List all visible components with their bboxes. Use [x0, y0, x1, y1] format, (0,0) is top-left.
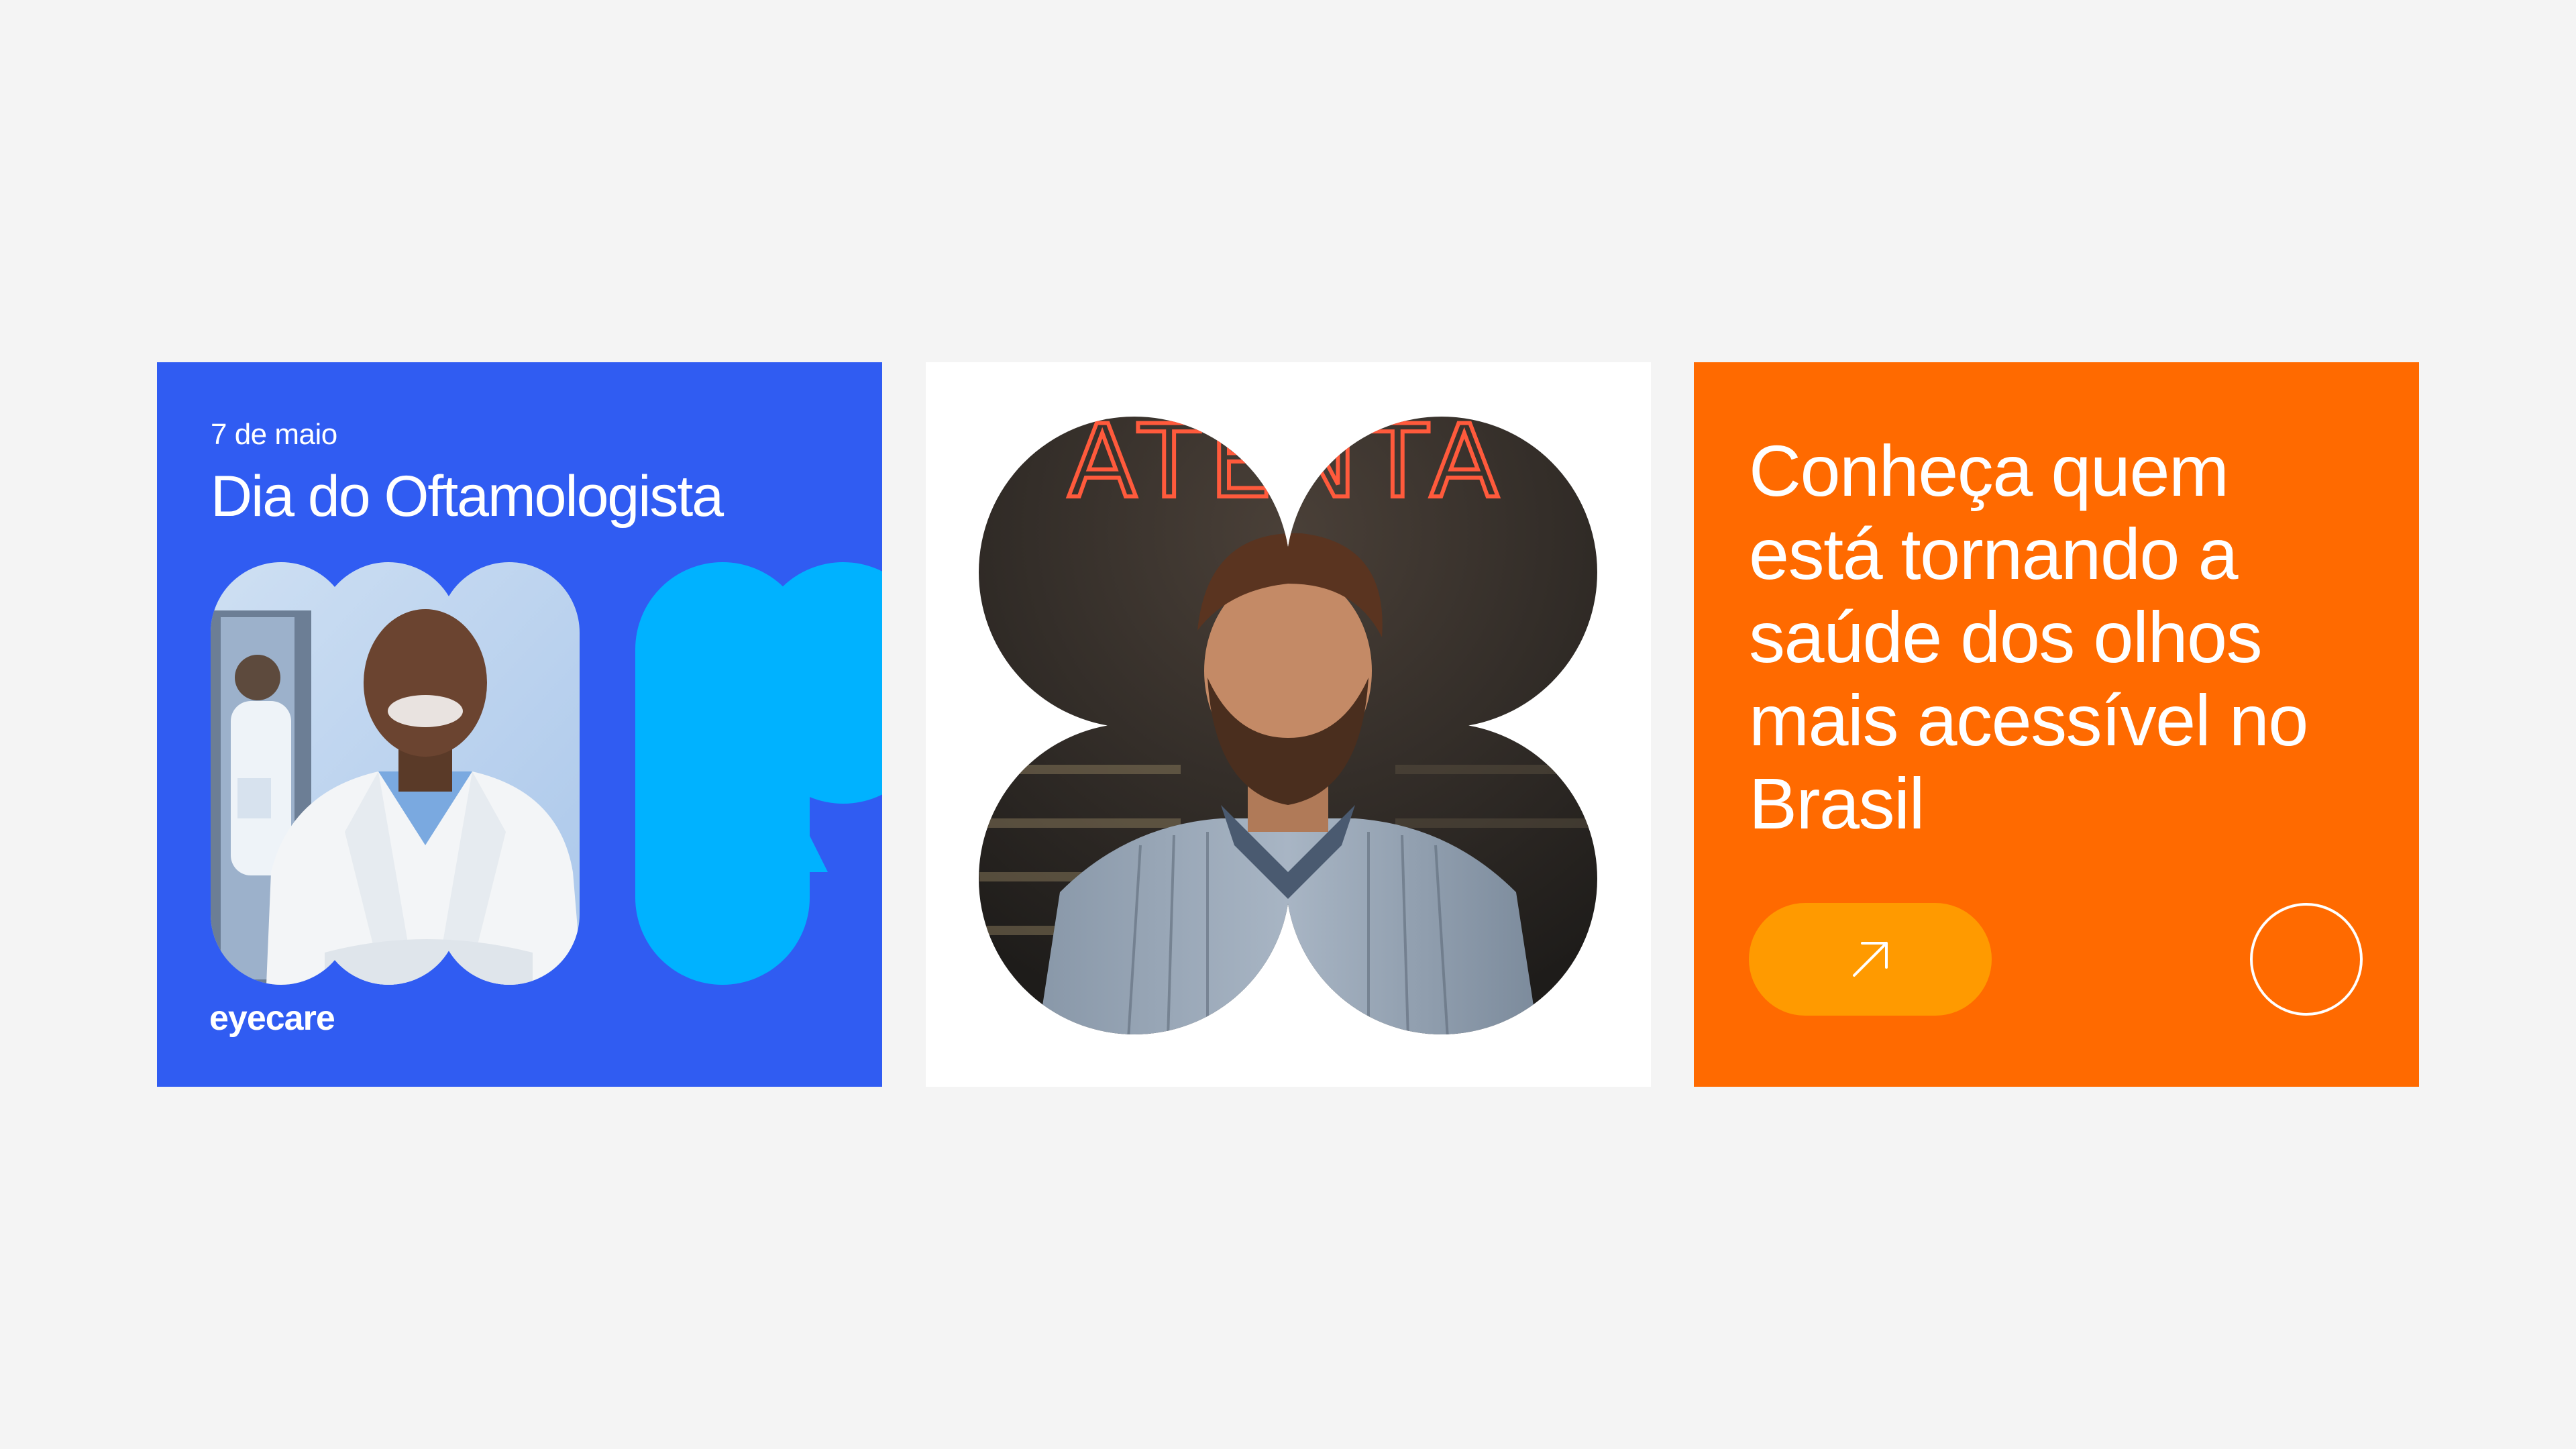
card-dia-do-oftalmologista: 7 de maio Dia do Oftamologista eyecare	[157, 362, 882, 1087]
decorative-wave-shape	[635, 562, 882, 985]
event-date: 7 de maio	[211, 418, 337, 451]
neon-sign: ATENTA	[1068, 404, 1508, 521]
card-conheca: Conheça quem está tornando a saúde dos o…	[1694, 362, 2419, 1087]
headline: Conheça quem está tornando a saúde dos o…	[1749, 430, 2308, 844]
decorative-circle	[2250, 903, 2363, 1016]
portrait-photo: ATENTA	[979, 404, 1597, 1034]
cta-button[interactable]	[1749, 903, 1992, 1016]
eyecare-logo: eyecare	[209, 999, 335, 1038]
doctor-photo	[211, 562, 580, 985]
event-title: Dia do Oftamologista	[211, 464, 724, 529]
card-portrait-clover: ATENTA	[926, 362, 1651, 1087]
arrow-up-right-icon	[1853, 942, 1888, 977]
